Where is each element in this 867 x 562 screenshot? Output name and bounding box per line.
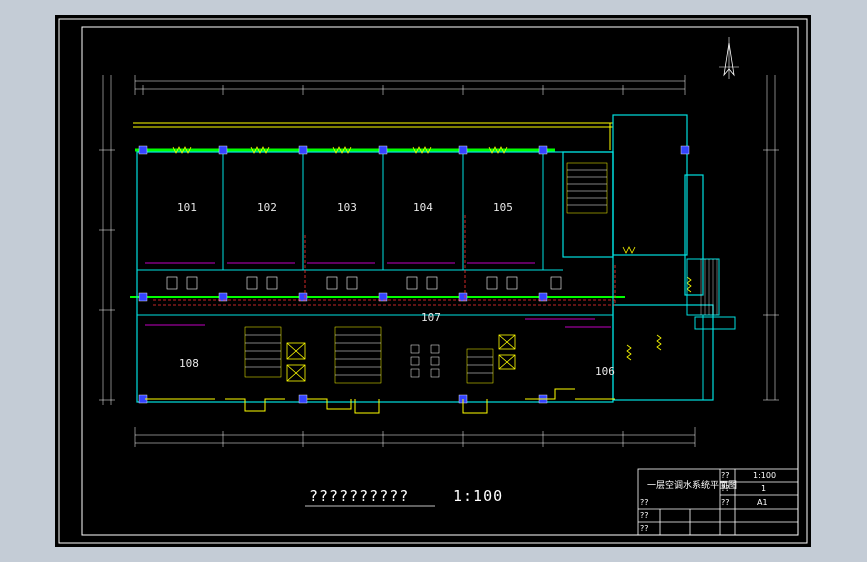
title-block-size-value: A1 [757,498,768,507]
title-block-scale-value: 1:100 [753,471,777,480]
north-arrow-icon [719,37,739,79]
drawing-caption-scale: 1:100 [453,487,504,505]
title-block-scale-label: ?? [721,471,730,480]
supply-pipe [153,215,616,306]
room-label-103: 103 [337,201,357,214]
inner-frame [81,26,799,536]
elevators [286,334,516,382]
room-label-106: 106 [595,365,615,378]
room-label-101: 101 [177,201,197,214]
stair-south-2 [334,326,382,384]
east-annex [686,258,736,400]
dimension-lines-right [763,75,779,401]
north-room-walls [137,152,613,316]
title-block-sheet-label: ?? [721,484,730,493]
title-block-sheet-value: 1 [761,484,767,493]
dimension-lines-bottom [134,427,696,447]
stair-south-3 [466,348,494,384]
room-label-107: 107 [421,311,441,324]
title-block-row-label: ?? [640,498,649,507]
title-block-row-label: ?? [640,524,649,533]
restroom-fixtures [410,344,440,378]
title-block-row-label: ?? [640,511,649,520]
stair-north-east [566,162,608,214]
room-label-102: 102 [257,201,277,214]
floor-plan [58,18,808,544]
stair-south-1 [244,326,282,378]
room-label-105: 105 [493,201,513,214]
drawing-sheet: 101 102 103 104 105 107 108 106 ????????… [55,15,811,547]
drawing-caption-title: ?????????? [309,487,410,505]
room-label-108: 108 [179,357,199,370]
title-block-size-label: ?? [721,498,730,507]
outer-frame [58,18,808,544]
dimension-lines-top [134,75,686,95]
dimension-lines-left [99,75,115,405]
corridor-units [166,276,562,290]
room-label-104: 104 [413,201,433,214]
